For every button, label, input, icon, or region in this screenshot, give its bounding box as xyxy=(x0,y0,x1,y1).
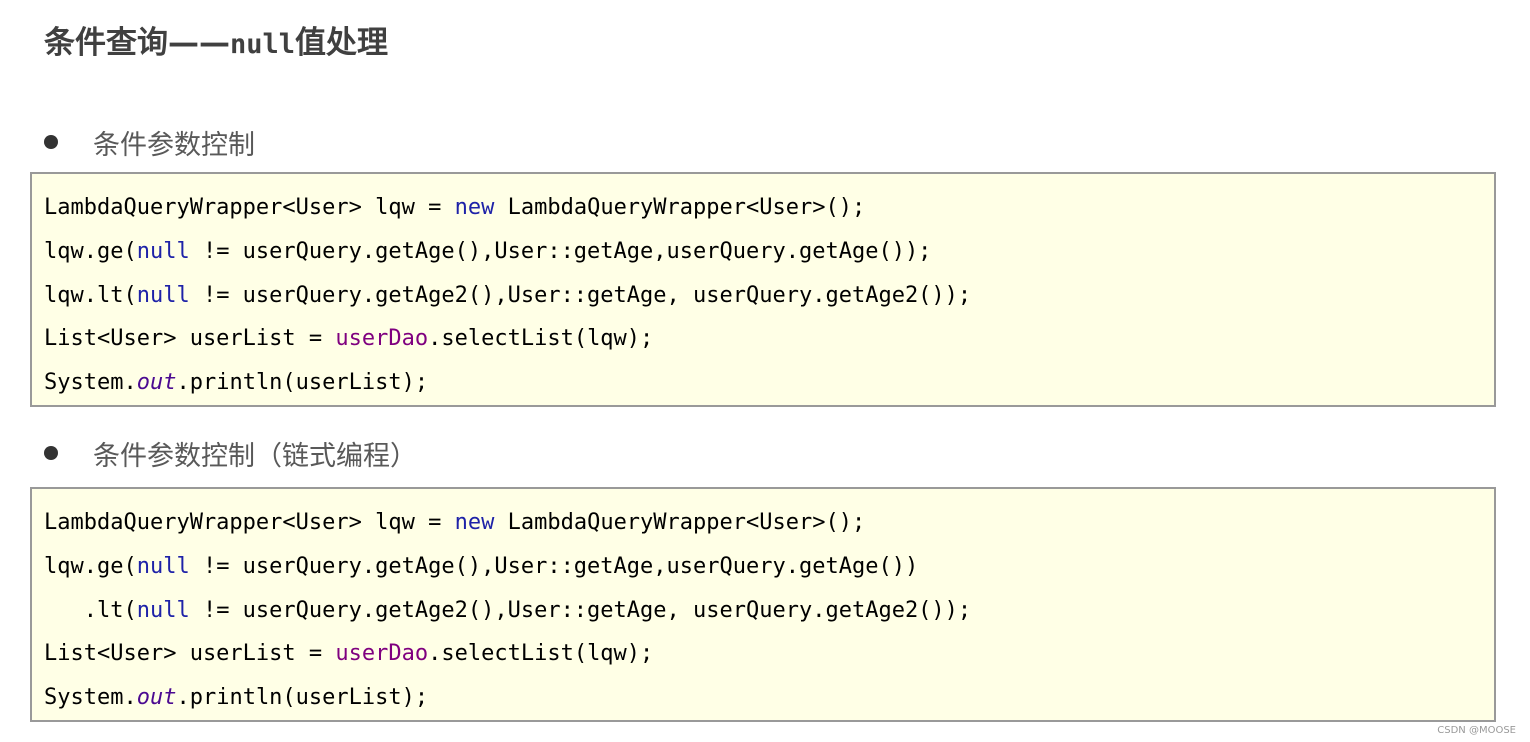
code-token: List<User> userList = xyxy=(44,326,336,352)
code-line: .lt(null != userQuery.getAge2(),User::ge… xyxy=(44,589,1494,633)
watermark: CSDN @MOOSE xyxy=(1437,725,1516,736)
code-token: .selectList(lqw); xyxy=(428,641,654,667)
code-token: .println(userList); xyxy=(176,685,429,711)
code-token: List<User> userList = xyxy=(44,641,336,667)
code-static-field-token: out xyxy=(136,370,177,396)
code-token: != userQuery.getAge2(),User::getAge, use… xyxy=(189,597,972,623)
code-line: System.out.println(userList); xyxy=(44,676,1494,720)
code-kw-token: null xyxy=(136,553,190,579)
code-token: != userQuery.getAge2(),User::getAge, use… xyxy=(189,282,972,308)
code-token: LambdaQueryWrapper<User>(); xyxy=(494,195,866,220)
code-token: .selectList(lqw); xyxy=(428,326,654,352)
code-line: lqw.ge(null != userQuery.getAge(),User::… xyxy=(44,545,1494,589)
title-suffix: 值处理 xyxy=(295,25,389,61)
code-line: lqw.lt(null != userQuery.getAge2(),User:… xyxy=(44,274,1494,318)
code-token: .lt( xyxy=(44,597,137,623)
code-block-2: LambdaQueryWrapper<User> lqw = new Lambd… xyxy=(30,487,1496,722)
code-line: LambdaQueryWrapper<User> lqw = new Lambd… xyxy=(44,501,1494,545)
code-token: != userQuery.getAge(),User::getAge,userQ… xyxy=(189,238,932,264)
page-title: 条件查询——null值处理 xyxy=(44,22,388,66)
code-kw-token: new xyxy=(454,195,495,220)
title-dash: —— xyxy=(168,25,230,61)
code-kw-token: null xyxy=(136,238,190,264)
section-2-heading-text: 条件参数控制（链式编程） xyxy=(93,440,417,472)
code-line: LambdaQueryWrapper<User> lqw = new Lambd… xyxy=(44,186,1494,230)
code-block-1: LambdaQueryWrapper<User> lqw = new Lambd… xyxy=(30,172,1496,407)
title-prefix: 条件查询 xyxy=(44,25,168,61)
code-token: .println(userList); xyxy=(176,370,429,396)
section-2-heading: 条件参数控制（链式编程） xyxy=(44,433,417,473)
section-1-heading-text: 条件参数控制 xyxy=(93,129,255,161)
code-line: List<User> userList = userDao.selectList… xyxy=(44,632,1494,676)
code-kw-token: new xyxy=(454,510,495,535)
bullet-icon xyxy=(44,135,58,149)
code-kw-token: null xyxy=(136,597,190,623)
code-token: lqw.ge( xyxy=(44,238,137,264)
code-token: lqw.lt( xyxy=(44,282,137,308)
code-static-field-token: out xyxy=(136,685,177,711)
code-field-token: userDao xyxy=(335,326,429,352)
bullet-icon xyxy=(44,446,58,460)
code-token: != userQuery.getAge(),User::getAge,userQ… xyxy=(189,553,919,579)
code-token: LambdaQueryWrapper<User> lqw = xyxy=(44,510,455,535)
code-token: lqw.ge( xyxy=(44,553,137,579)
code-token: LambdaQueryWrapper<User>(); xyxy=(494,510,866,535)
code-line: System.out.println(userList); xyxy=(44,361,1494,405)
section-1-heading: 条件参数控制 xyxy=(44,122,255,162)
code-token: System. xyxy=(44,370,137,396)
code-token: System. xyxy=(44,685,137,711)
code-kw-token: null xyxy=(136,282,190,308)
code-line: List<User> userList = userDao.selectList… xyxy=(44,317,1494,361)
code-token: LambdaQueryWrapper<User> lqw = xyxy=(44,195,455,220)
code-line: lqw.ge(null != userQuery.getAge(),User::… xyxy=(44,230,1494,274)
code-field-token: userDao xyxy=(335,641,429,667)
title-code: null xyxy=(230,29,296,60)
